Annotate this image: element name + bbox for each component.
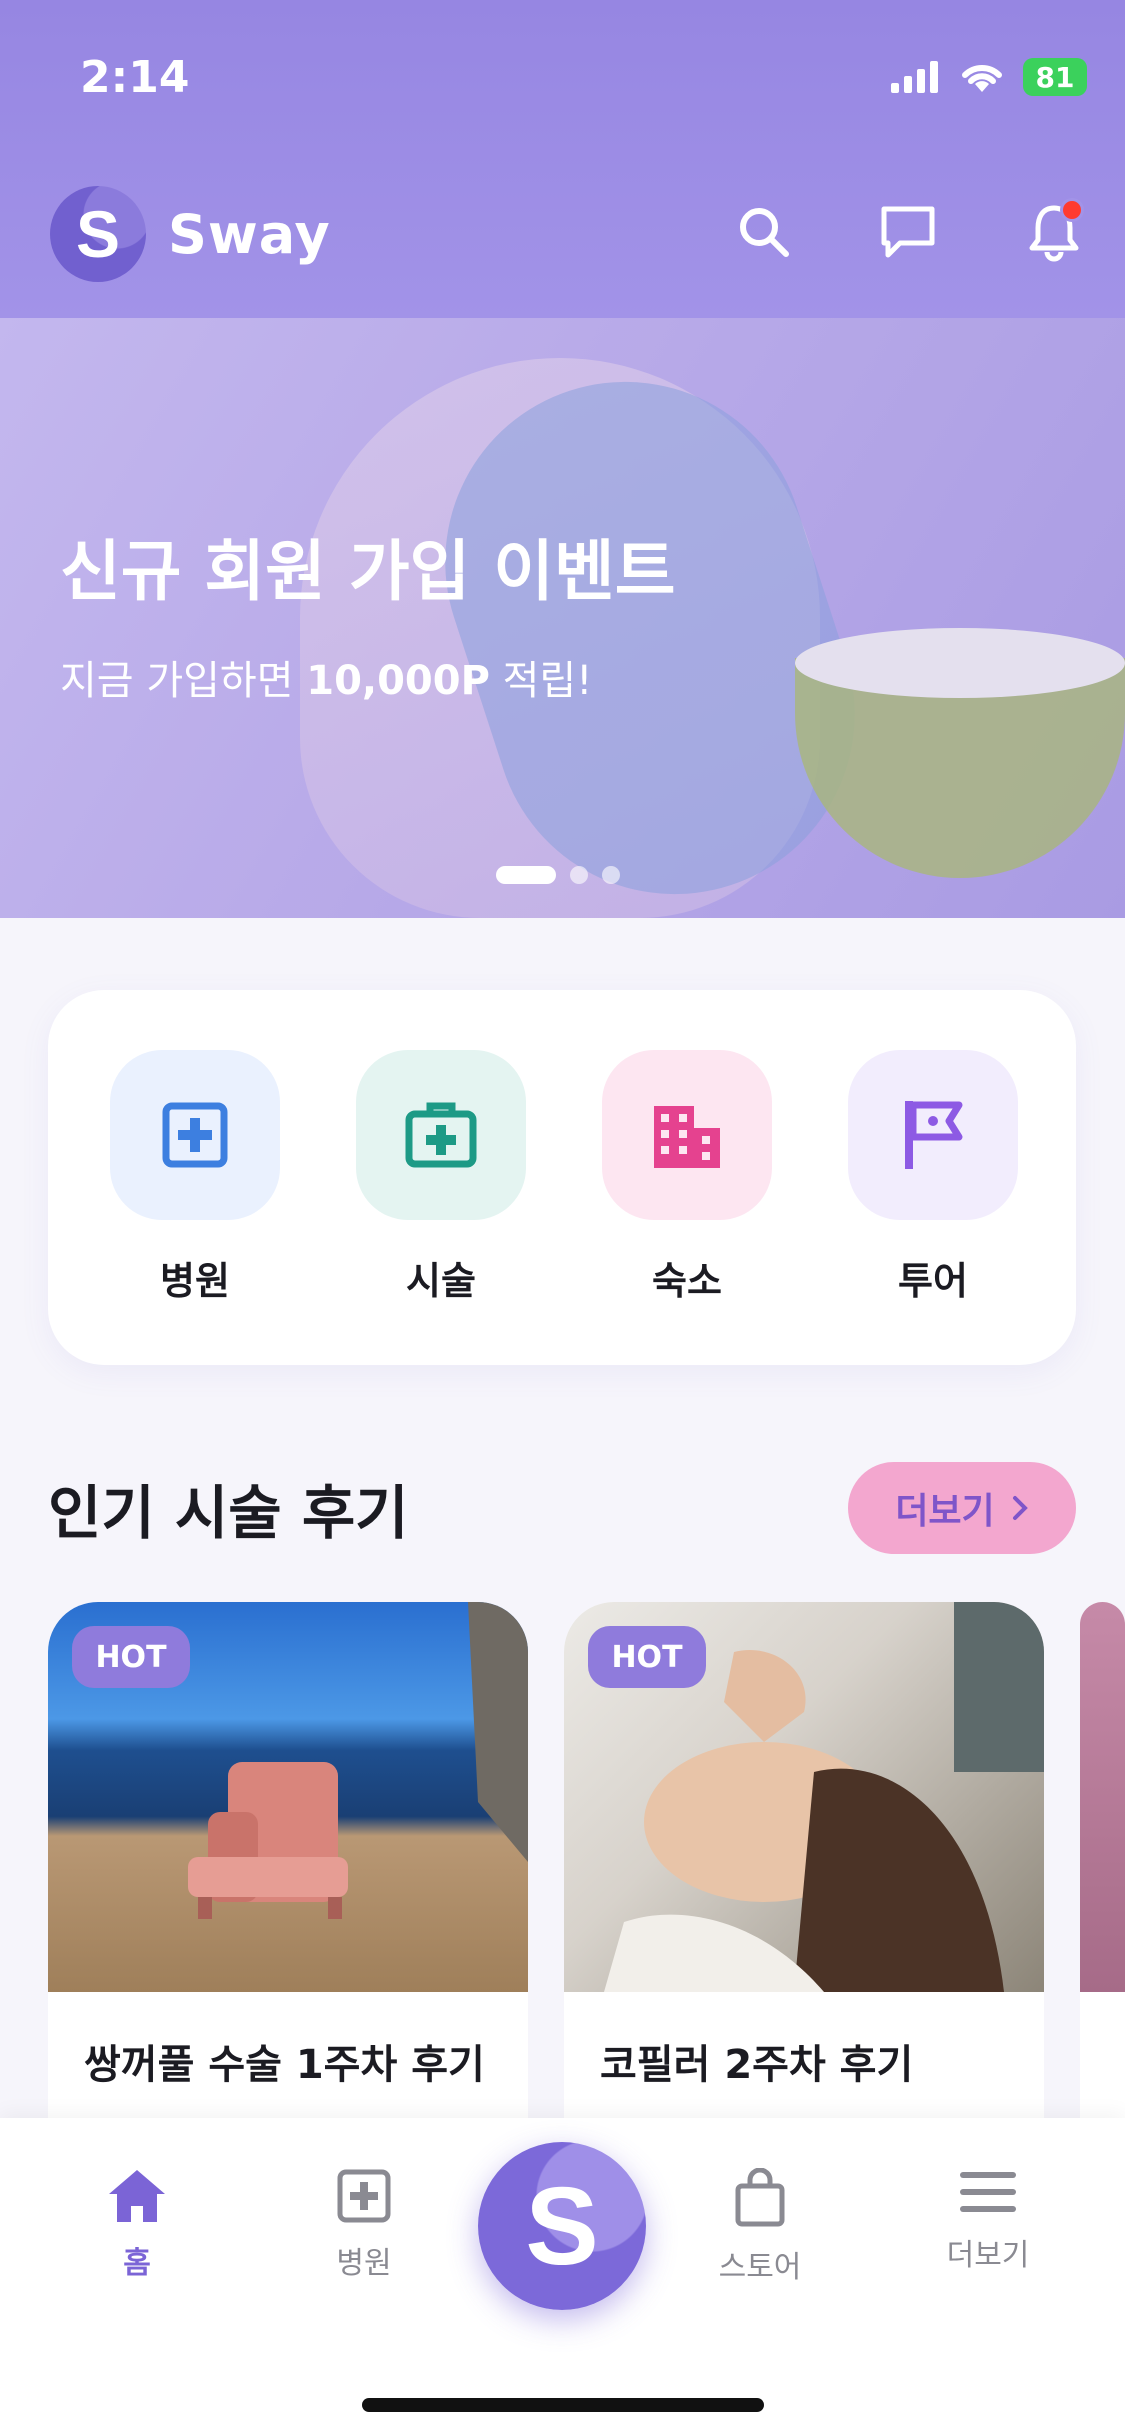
banner-subtitle-prefix: 지금 가입하면 bbox=[60, 658, 307, 704]
home-indicator bbox=[362, 2398, 764, 2412]
banner-photo-cream bbox=[795, 628, 1125, 698]
tab-store[interactable]: 스토어 bbox=[680, 2167, 840, 2286]
review-title: 코필러 2주차 후기 bbox=[600, 2042, 914, 2088]
flag-icon bbox=[905, 1101, 963, 1169]
category-icon-bg bbox=[848, 1050, 1018, 1220]
banner-pagination[interactable] bbox=[496, 866, 620, 884]
building-icon bbox=[654, 1106, 720, 1168]
tab-label: 스토어 bbox=[718, 2250, 802, 2285]
notifications-button[interactable] bbox=[1022, 198, 1086, 264]
promo-banner[interactable]: 신규 회원 가입 이벤트 지금 가입하면 10,000P 적립! bbox=[0, 318, 1125, 918]
center-action-button[interactable]: S bbox=[478, 2142, 646, 2310]
search-icon bbox=[740, 208, 789, 257]
review-card[interactable]: HOT 쌍꺼풀 수술 1주차 후기 bbox=[48, 1602, 528, 2122]
chevron-right-icon bbox=[1012, 1496, 1028, 1520]
tab-label: 병원 bbox=[336, 2246, 392, 2281]
banner-subtitle-suffix: 적립! bbox=[489, 658, 593, 704]
pagination-dot-active[interactable] bbox=[496, 866, 556, 884]
category-procedure[interactable]: 시술 bbox=[356, 1050, 526, 1305]
home-icon bbox=[109, 2170, 165, 2222]
review-image-facial-treatment: HOT bbox=[564, 1602, 1044, 1992]
tab-bar: 홈 병원 S 스토어 더보기 bbox=[0, 2118, 1125, 2436]
category-label: 투어 bbox=[898, 1259, 968, 1303]
category-label: 시술 bbox=[406, 1259, 476, 1303]
app-name: Sway bbox=[168, 202, 331, 266]
more-button[interactable]: 더보기 bbox=[848, 1462, 1076, 1554]
chat-icon bbox=[881, 206, 935, 258]
category-icon-bg bbox=[356, 1050, 526, 1220]
category-icon-bg bbox=[602, 1050, 772, 1220]
review-title: 쌍꺼풀 수술 1주차 후기 bbox=[84, 2042, 485, 2088]
cellular-signal-icon bbox=[891, 61, 938, 93]
status-icons: 81 bbox=[891, 58, 1087, 96]
tab-hospital[interactable]: 병원 bbox=[284, 2168, 444, 2282]
status-time: 2:14 bbox=[80, 52, 190, 103]
category-label: 숙소 bbox=[652, 1259, 722, 1303]
tab-more[interactable]: 더보기 bbox=[908, 2168, 1068, 2274]
hot-badge: HOT bbox=[588, 1626, 706, 1688]
brand[interactable]: S Sway bbox=[50, 186, 331, 282]
pagination-dot[interactable] bbox=[602, 866, 620, 884]
notification-badge bbox=[1060, 198, 1084, 222]
app-header: 2:14 81 S Sway bbox=[0, 0, 1125, 318]
tab-label: 홈 bbox=[123, 2246, 151, 2281]
category-label: 병원 bbox=[160, 1259, 230, 1303]
hot-badge: HOT bbox=[72, 1626, 190, 1688]
messages-button[interactable] bbox=[876, 200, 940, 264]
more-button-label: 더보기 bbox=[895, 1491, 995, 1532]
medkit-icon bbox=[405, 1102, 477, 1168]
review-card[interactable]: HOT 코필러 2주차 후기 bbox=[564, 1602, 1044, 2122]
pagination-dot[interactable] bbox=[570, 866, 588, 884]
tab-home[interactable]: 홈 bbox=[57, 2168, 217, 2282]
category-lodging[interactable]: 숙소 bbox=[602, 1050, 772, 1305]
app-logo: S bbox=[50, 186, 146, 282]
wifi-icon bbox=[962, 64, 1002, 92]
battery-indicator: 81 bbox=[1023, 58, 1087, 96]
hospital-plus-icon bbox=[337, 2169, 391, 2223]
banner-subtitle-points: 10,000P bbox=[306, 658, 490, 704]
banner-subtitle: 지금 가입하면 10,000P 적립! bbox=[60, 648, 592, 706]
category-hospital[interactable]: 병원 bbox=[110, 1050, 280, 1305]
category-card: 병원 시술 숙소 투어 bbox=[48, 990, 1076, 1365]
review-image-partial bbox=[1080, 1602, 1125, 1992]
shopping-bag-icon bbox=[735, 2167, 785, 2227]
tab-label: 더보기 bbox=[946, 2238, 1030, 2273]
category-tour[interactable]: 투어 bbox=[848, 1050, 1018, 1305]
banner-title: 신규 회원 가입 이벤트 bbox=[60, 533, 676, 610]
section-title: 인기 시술 후기 bbox=[48, 1479, 409, 1547]
category-icon-bg bbox=[110, 1050, 280, 1220]
menu-icon bbox=[960, 2172, 1016, 2212]
search-button[interactable] bbox=[732, 200, 796, 264]
hospital-plus-icon bbox=[162, 1102, 228, 1168]
review-image-chair-beach: HOT bbox=[48, 1602, 528, 1992]
review-card-partial[interactable] bbox=[1080, 1602, 1125, 2122]
